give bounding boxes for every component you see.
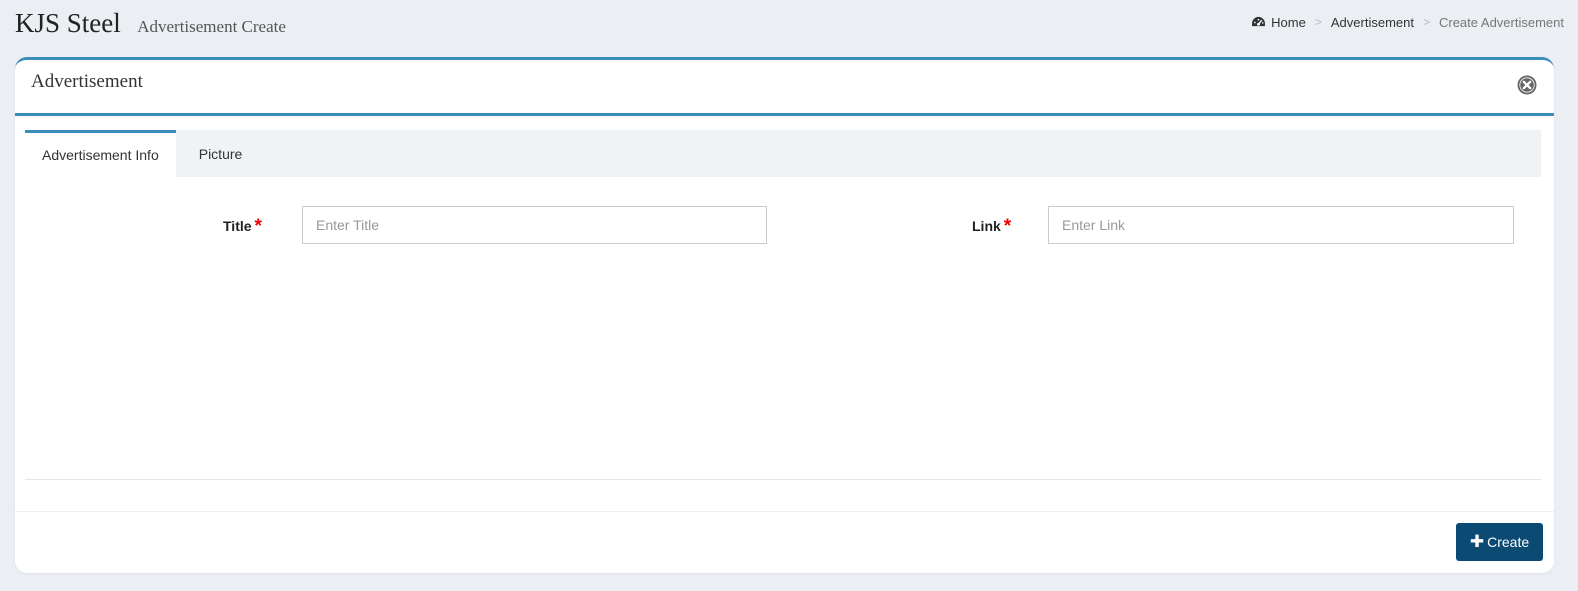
breadcrumb-home[interactable]: Home (1271, 15, 1306, 30)
breadcrumb-separator: > (1422, 15, 1430, 29)
create-button[interactable]: ✚ Create (1456, 523, 1543, 561)
required-mark: * (1003, 216, 1012, 237)
breadcrumb: Home > Advertisement > Create Advertisem… (1251, 15, 1564, 30)
breadcrumb-current: Create Advertisement (1438, 14, 1564, 30)
dashboard-icon (1252, 16, 1266, 27)
tab-picture[interactable]: Picture (176, 130, 260, 177)
title-label: Title * (223, 215, 262, 237)
required-mark: * (254, 216, 262, 237)
page-subtitle: Advertisement Create (137, 17, 286, 36)
close-icon[interactable] (1517, 75, 1537, 95)
link-label: Link * (972, 215, 1011, 237)
page-header: KJS Steel Advertisement Create Home > Ad… (15, 8, 1564, 44)
tab-advertisement-info[interactable]: Advertisement Info (25, 130, 176, 177)
panel-footer: ✚ Create (15, 511, 1554, 573)
panel-title: Advertisement (31, 71, 143, 92)
link-input[interactable] (1048, 206, 1514, 244)
breadcrumb-advertisement[interactable]: Advertisement (1331, 15, 1414, 30)
advertisement-info-form: Title* Link* (25, 177, 1541, 479)
title-input[interactable] (302, 206, 767, 244)
tab-strip: Advertisement Info Picture (25, 130, 1541, 177)
advertisement-panel: Advertisement Advertisement Info Picture… (15, 57, 1554, 573)
title-group: KJS Steel Advertisement Create (15, 8, 286, 39)
plus-icon: ✚ (1469, 532, 1485, 551)
title-label-text: Title (223, 218, 252, 234)
app-title: KJS Steel (15, 8, 121, 38)
breadcrumb-separator: > (1314, 15, 1322, 29)
panel-header: Advertisement (15, 60, 1554, 116)
create-button-label: Create (1487, 534, 1530, 550)
tab-container: Advertisement Info Picture Title* Link* (25, 130, 1541, 480)
link-label-text: Link (972, 218, 1001, 234)
